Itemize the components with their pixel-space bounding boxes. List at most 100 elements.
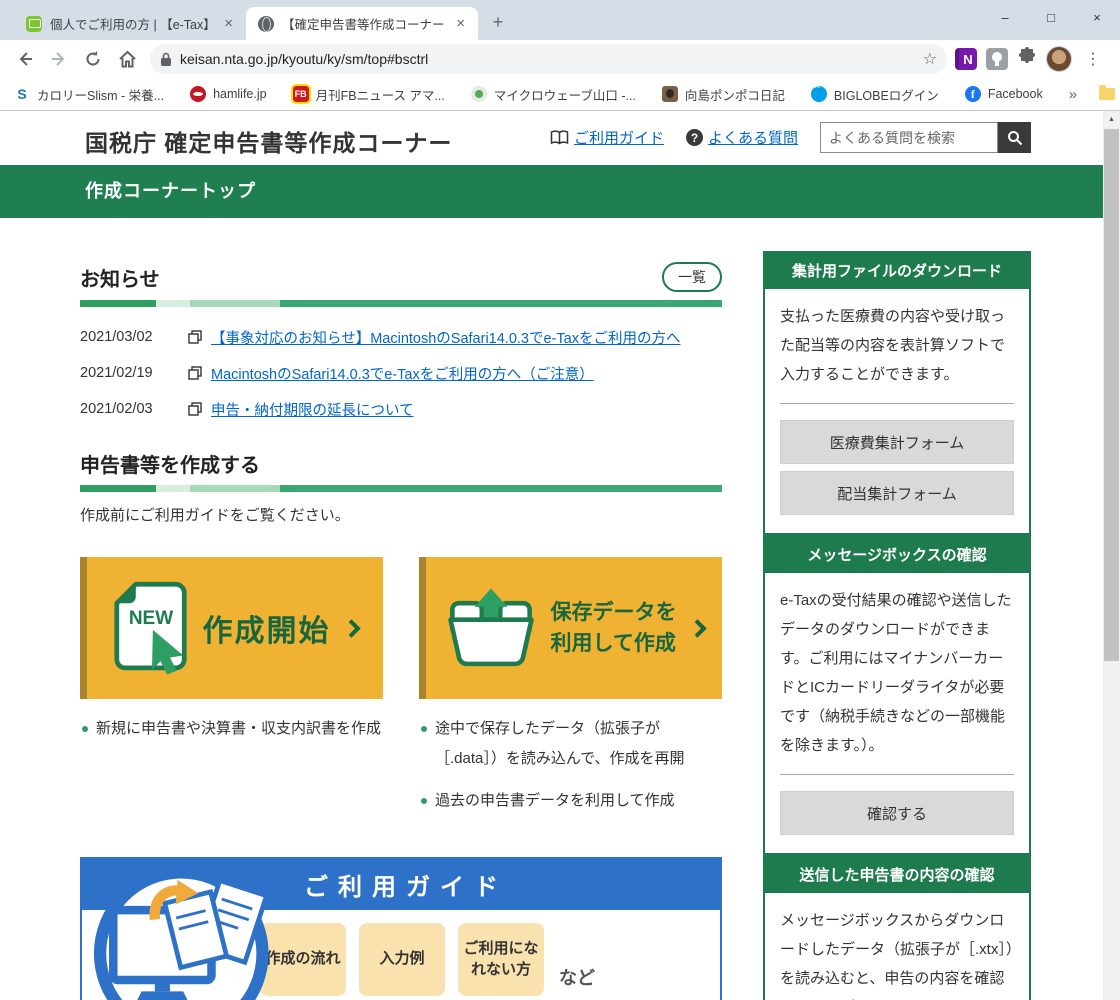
address-bar[interactable]: keisan.nta.go.jp/kyoutu/ky/sm/top#bsctrl… (150, 44, 947, 74)
sidebar-section-sent-return: 送信した申告書の内容の確認 メッセージボックスからダウンロードしたデータ（拡張子… (763, 855, 1031, 1000)
profile-avatar[interactable] (1046, 46, 1072, 72)
minimize-button[interactable]: – (982, 0, 1028, 34)
usage-guide-panel[interactable]: ご利用ガイド 作成の流れ 入力例 ご利用になれない方 など (80, 857, 722, 1000)
bullet-item: 過去の申告書データを利用して作成 (419, 786, 722, 816)
site-header: 国税庁 確定申告書等作成コーナー ご利用ガイド ? よくある質問 (0, 111, 1120, 165)
close-button[interactable]: × (1074, 0, 1120, 34)
guide-panel-title: ご利用ガイド (304, 874, 508, 901)
folder-upload-icon (447, 588, 534, 667)
sidebar-section-title: 送信した申告書の内容の確認 (763, 855, 1031, 893)
news-item: 2021/03/02 【事象対応のお知らせ】MacintoshのSafari14… (80, 319, 722, 355)
faq-link-wrap: ? よくある質問 (685, 127, 798, 148)
tab-title: 【確定申告書等作成コーナー】-作成コ (282, 18, 445, 32)
sidebar-section-text: メッセージボックスからダウンロードしたデータ（拡張子が［.xtx］）を読み込むと… (780, 912, 1014, 1000)
sidebar-section-title: 集計用ファイルのダウンロード (763, 251, 1031, 289)
book-icon (550, 130, 569, 145)
back-icon[interactable] (10, 44, 40, 74)
sidebar-section-download: 集計用ファイルのダウンロード 支払った医療費の内容や受け取った配当等の内容を表計… (763, 251, 1031, 535)
chevron-right-icon (341, 618, 361, 638)
window-controls: – □ × (982, 0, 1120, 34)
confirm-messagebox-button[interactable]: 確認する (780, 791, 1014, 835)
browser-toolbar: keisan.nta.go.jp/kyoutu/ky/sm/top#bsctrl… (0, 40, 1120, 78)
bookmark-slism[interactable]: S カロリーSlism - 栄養... (14, 85, 164, 104)
reload-icon[interactable] (78, 44, 108, 74)
sidebar-section-text: 支払った医療費の内容や受け取った配当等の内容を表計算ソフトで入力することができま… (780, 308, 1006, 383)
news-link[interactable]: MacintoshのSafari14.0.3でe-Taxをご利用の方へ（ご注意） (211, 363, 594, 384)
resume-bullet-list: 途中で保存したデータ（拡張子が［.data］）を読み込んで、作成を再開 過去の申… (419, 714, 722, 828)
home-icon[interactable] (112, 44, 142, 74)
news-item: 2021/02/19 MacintoshのSafari14.0.3でe-Taxを… (80, 355, 722, 391)
news-list-button[interactable]: 一覧 (662, 262, 722, 292)
extensions-row: N ⋮ (955, 46, 1105, 72)
bookmark-ponpoko[interactable]: 向島ポンポコ日記 (661, 85, 785, 104)
guide-button-examples[interactable]: 入力例 (359, 923, 445, 996)
divider (780, 774, 1014, 775)
guide-link-wrap: ご利用ガイド (550, 127, 664, 148)
tab-close-icon[interactable]: × (221, 15, 236, 32)
page-scrollbar[interactable]: ▲ (1103, 111, 1120, 1000)
tab-close-icon[interactable]: × (453, 15, 468, 32)
svg-text:NEW: NEW (128, 608, 172, 629)
faq-link[interactable]: よくある質問 (708, 127, 798, 148)
fbnews-favicon: FB (290, 84, 311, 104)
start-bullet-list: 新規に申告書や決算書・収支内訳書を作成 (80, 714, 419, 828)
guide-etc-label: など (559, 968, 595, 988)
guide-link[interactable]: ご利用ガイド (574, 127, 664, 148)
new-document-icon: NEW (113, 581, 187, 675)
scrollbar-up-icon[interactable]: ▲ (1103, 111, 1120, 128)
pre-create-note: 作成前にご利用ガイドをご覧ください。 (80, 507, 350, 524)
tab-sakusei-corner[interactable]: 【確定申告書等作成コーナー】-作成コ × (246, 7, 478, 40)
forward-icon[interactable] (44, 44, 74, 74)
guide-button-cannot-use[interactable]: ご利用になれない方 (458, 923, 544, 996)
page-title: 国税庁 確定申告書等作成コーナー (85, 130, 453, 156)
tab-title: 個人でご利用の方 | 【e-Tax】国税電 (50, 18, 213, 32)
sidebar: 集計用ファイルのダウンロード 支払った医療費の内容や受け取った配当等の内容を表計… (763, 251, 1031, 1000)
search-button[interactable] (998, 122, 1031, 153)
resume-from-saved-button[interactable]: 保存データを 利用して作成 (419, 557, 722, 699)
url-text: keisan.nta.go.jp/kyoutu/ky/sm/top#bsctrl (180, 51, 429, 67)
start-creation-button[interactable]: NEW 作成開始 (80, 557, 383, 699)
resume-button-label: 保存データを 利用して作成 (550, 600, 677, 656)
tab-etax[interactable]: 個人でご利用の方 | 【e-Tax】国税電 × (14, 7, 246, 40)
question-icon: ? (685, 129, 703, 146)
news-link[interactable]: 申告・納付期限の延長について (211, 399, 414, 420)
bookmarks-bar: S カロリーSlism - 栄養... hamlife.jp FB 月刊FBニュース… (0, 78, 1120, 110)
browser-window: 個人でご利用の方 | 【e-Tax】国税電 × 【確定申告書等作成コーナー】-作… (0, 0, 1120, 1000)
bookmark-microwave[interactable]: マイクロウェーブ山口 -... (470, 85, 636, 104)
slism-favicon: S (17, 86, 27, 102)
page-viewport: 国税庁 確定申告書等作成コーナー ご利用ガイド ? よくある質問 作成 (0, 110, 1120, 1000)
bookmark-star-icon[interactable]: ☆ (923, 49, 937, 69)
bookmark-biglobe[interactable]: BIGLOBEログイン (810, 84, 939, 104)
faq-search-input[interactable] (820, 122, 998, 153)
chrome-menu-icon[interactable]: ⋮ (1081, 49, 1105, 69)
scrollbar-thumb[interactable] (1104, 129, 1119, 661)
dividend-form-button[interactable]: 配当集計フォーム (780, 471, 1014, 515)
bookmark-hamlife[interactable]: hamlife.jp (190, 86, 267, 102)
news-list: 2021/03/02 【事象対応のお知らせ】MacintoshのSafari14… (80, 319, 722, 427)
bookmark-fbnews[interactable]: FB 月刊FBニュース アマ... (290, 84, 445, 104)
lock-icon (161, 52, 171, 66)
news-date: 2021/02/03 (80, 401, 153, 417)
medical-expense-form-button[interactable]: 医療費集計フォーム (780, 420, 1014, 464)
news-link[interactable]: 【事象対応のお知らせ】MacintoshのSafari14.0.3でe-Taxを… (211, 327, 680, 348)
new-tab-button[interactable]: + (484, 8, 512, 36)
globe-favicon (258, 15, 274, 32)
onenote-extension-icon[interactable]: N (955, 48, 977, 70)
news-heading: お知らせ (80, 268, 160, 291)
bullet-item: 新規に申告書や決算書・収支内訳書を作成 (80, 714, 419, 744)
bookmarks-overflow-icon[interactable]: » (1069, 86, 1077, 103)
external-window-icon (188, 330, 202, 344)
maximize-button[interactable]: □ (1028, 0, 1074, 34)
tab-strip: 個人でご利用の方 | 【e-Tax】国税電 × 【確定申告書等作成コーナー】-作… (0, 0, 1120, 40)
sidebar-section-text: e-Taxの受付結果の確認や送信したデータのダウンロードができます。ご利用にはマ… (780, 592, 1012, 754)
breadcrumb-banner: 作成コーナートップ (0, 165, 1120, 218)
bulb-extension-icon[interactable] (986, 48, 1008, 70)
news-date: 2021/03/02 (80, 329, 153, 345)
puzzle-extensions-icon[interactable] (1017, 46, 1037, 72)
other-bookmarks[interactable]: その他のブックマーク (1099, 85, 1120, 104)
bookmark-facebook[interactable]: f Facebook (964, 86, 1043, 102)
chevron-right-icon (687, 618, 707, 638)
facebook-favicon: f (964, 86, 981, 102)
decorative-bar (80, 485, 722, 492)
sidebar-section-title: メッセージボックスの確認 (763, 535, 1031, 573)
